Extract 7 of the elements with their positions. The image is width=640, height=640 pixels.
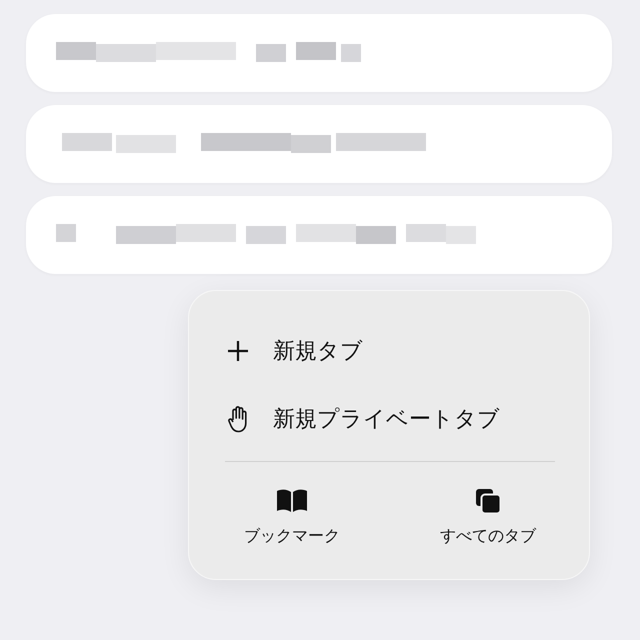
book-icon xyxy=(276,489,308,513)
tabs-icon xyxy=(474,487,502,515)
plus-icon xyxy=(227,340,249,362)
menu-item[interactable]: 新規プライベートタブ xyxy=(227,385,500,453)
all-tabs-button[interactable]: すべてのタブ xyxy=(403,486,573,547)
menu-item[interactable]: 新規タブ xyxy=(227,317,363,385)
bookmarks-button[interactable]: ブックマーク xyxy=(207,486,377,547)
